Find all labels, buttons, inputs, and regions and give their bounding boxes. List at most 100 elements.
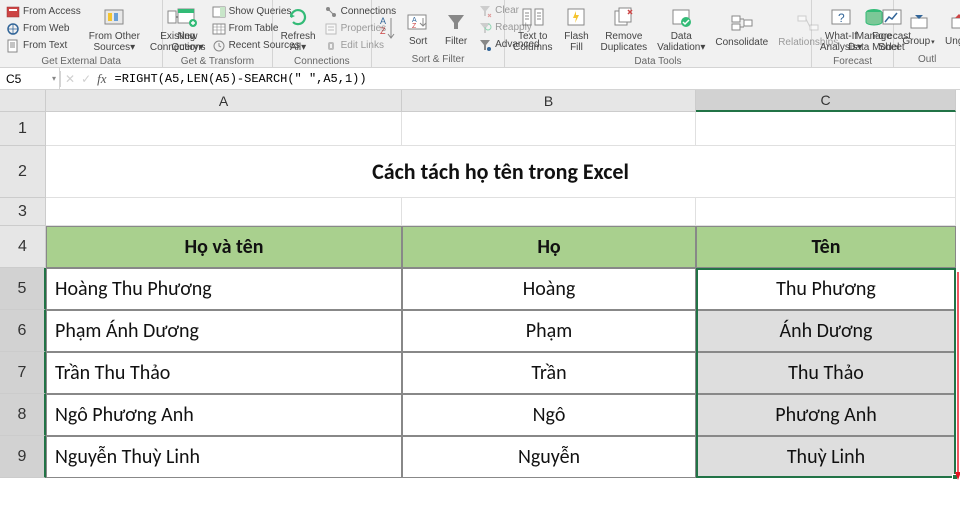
cell-A4[interactable]: Họ và tên <box>46 226 402 268</box>
filter-button[interactable]: Filter <box>438 7 474 49</box>
fx-icon[interactable]: fx <box>97 71 106 87</box>
new-query-button[interactable]: NewQuery▾ <box>167 2 207 55</box>
sort-label: Sort <box>409 36 427 47</box>
row-header-5[interactable]: 5 <box>0 268 46 310</box>
cell-B7[interactable]: Trần <box>402 352 696 394</box>
properties-icon <box>324 22 338 36</box>
group-label-get-external: Get External Data <box>0 55 162 69</box>
cell-B1[interactable] <box>402 112 696 146</box>
cell-A7[interactable]: Trần Thu Thảo <box>46 352 402 394</box>
row-header-6[interactable]: 6 <box>0 310 46 352</box>
cell-B8[interactable]: Ngô <box>402 394 696 436</box>
ribbon-group-get-transform: NewQuery▾ Show Queries From Table Recent… <box>163 0 272 67</box>
from-access-button[interactable]: From Access <box>4 4 83 20</box>
cell-B4[interactable]: Họ <box>402 226 696 268</box>
remove-duplicates-icon <box>610 4 638 30</box>
select-all-corner[interactable] <box>0 90 46 112</box>
remove-duplicates-button[interactable]: RemoveDuplicates <box>596 2 651 55</box>
formula-input[interactable] <box>111 68 960 89</box>
worksheet-grid[interactable]: A B C 1 2 3 4 5 6 7 8 9 Cách tách họ tên… <box>0 90 960 530</box>
new-query-icon <box>173 4 201 30</box>
name-box[interactable]: C5 <box>0 68 60 89</box>
cell-B6[interactable]: Phạm <box>402 310 696 352</box>
cell-A1[interactable] <box>46 112 402 146</box>
reapply-button[interactable]: Reapply <box>476 20 541 36</box>
refresh-all-icon <box>284 4 312 30</box>
recent-sources-icon <box>212 39 226 53</box>
cell-title-merged[interactable]: Cách tách họ tên trong Excel <box>46 146 956 198</box>
filter-icon <box>442 9 470 35</box>
cell-C7[interactable]: Thu Thảo <box>696 352 956 394</box>
row-header-7[interactable]: 7 <box>0 352 46 394</box>
cancel-formula-icon[interactable]: ✕ <box>65 72 75 86</box>
formula-bar-row: C5 ✕ ✓ fx <box>0 68 960 90</box>
consolidate-button[interactable]: Consolidate <box>711 8 772 50</box>
formula-controls: ✕ ✓ fx <box>61 71 111 87</box>
cells-area: Cách tách họ tên trong Excel Họ và tên H… <box>46 112 956 478</box>
group-label-connections: Connections <box>273 55 372 69</box>
ribbon-group-outline: Group▾ Ungro Outl <box>894 0 960 67</box>
sort-button[interactable]: AZ Sort <box>400 7 436 49</box>
filter-label: Filter <box>445 36 467 47</box>
cell-C3[interactable] <box>696 198 956 226</box>
flash-fill-icon <box>562 4 590 30</box>
clear-icon <box>478 4 492 18</box>
from-web-button[interactable]: From Web <box>4 21 83 37</box>
relationships-label: Relationships <box>778 37 838 48</box>
fill-handle[interactable] <box>952 474 958 480</box>
refresh-all-button[interactable]: RefreshAll▾ <box>277 2 320 55</box>
from-other-sources-button[interactable]: From OtherSources▾ <box>85 2 144 55</box>
ribbon-group-data-tools: Text toColumns FlashFill RemoveDuplicate… <box>505 0 812 67</box>
cell-B3[interactable] <box>402 198 696 226</box>
enter-formula-icon[interactable]: ✓ <box>81 72 91 86</box>
cell-A5[interactable]: Hoàng Thu Phương <box>46 268 402 310</box>
col-header-A[interactable]: A <box>46 90 402 112</box>
cell-B9[interactable]: Nguyễn <box>402 436 696 478</box>
col-header-B[interactable]: B <box>402 90 696 112</box>
cell-A6[interactable]: Phạm Ánh Dương <box>46 310 402 352</box>
from-access-label: From Access <box>23 6 81 17</box>
clear-label: Clear <box>495 5 519 16</box>
group-button[interactable]: Group▾ <box>898 7 938 49</box>
row-headers: 1 2 3 4 5 6 7 8 9 <box>0 112 46 478</box>
flash-fill-button[interactable]: FlashFill <box>558 2 594 55</box>
relationships-icon <box>794 10 822 36</box>
cell-A8[interactable]: Ngô Phương Anh <box>46 394 402 436</box>
column-headers: A B C <box>46 90 960 112</box>
cell-A3[interactable] <box>46 198 402 226</box>
from-text-icon <box>6 39 20 53</box>
edit-links-button[interactable]: Edit Links <box>322 38 399 54</box>
properties-button[interactable]: Properties <box>322 21 399 37</box>
data-validation-button[interactable]: DataValidation▾ <box>653 2 709 55</box>
reapply-label: Reapply <box>495 22 532 33</box>
row-header-9[interactable]: 9 <box>0 436 46 478</box>
cell-C9[interactable]: Thuỳ Linh <box>696 436 956 478</box>
cell-C5[interactable]: Thu Phương <box>696 268 956 310</box>
ungroup-button[interactable]: Ungro <box>941 7 960 49</box>
cell-C8[interactable]: Phương Anh <box>696 394 956 436</box>
consolidate-label: Consolidate <box>715 37 768 48</box>
ribbon-group-connections: RefreshAll▾ Connections Properties Edit … <box>273 0 373 67</box>
connections-icon <box>324 5 338 19</box>
cell-B5[interactable]: Hoàng <box>402 268 696 310</box>
row-header-1[interactable]: 1 <box>0 112 46 146</box>
clear-button[interactable]: Clear <box>476 3 541 19</box>
group-label-forecast: Forecast <box>812 55 893 69</box>
ungroup-label: Ungro <box>945 36 960 47</box>
cell-C4[interactable]: Tên <box>696 226 956 268</box>
relationships-button[interactable]: Relationships <box>774 8 842 50</box>
row-header-2[interactable]: 2 <box>0 146 46 198</box>
from-table-icon <box>212 22 226 36</box>
cell-A9[interactable]: Nguyễn Thuỳ Linh <box>46 436 402 478</box>
row-header-4[interactable]: 4 <box>0 226 46 268</box>
row-header-8[interactable]: 8 <box>0 394 46 436</box>
data-validation-label: DataValidation▾ <box>657 31 705 53</box>
cell-C6[interactable]: Ánh Dương <box>696 310 956 352</box>
edit-links-label: Edit Links <box>341 40 384 51</box>
from-text-button[interactable]: From Text <box>4 38 83 54</box>
cell-C1[interactable] <box>696 112 956 146</box>
row-header-3[interactable]: 3 <box>0 198 46 226</box>
from-other-sources-label: From OtherSources▾ <box>89 31 140 53</box>
consolidate-icon <box>728 10 756 36</box>
col-header-C[interactable]: C <box>696 90 956 112</box>
